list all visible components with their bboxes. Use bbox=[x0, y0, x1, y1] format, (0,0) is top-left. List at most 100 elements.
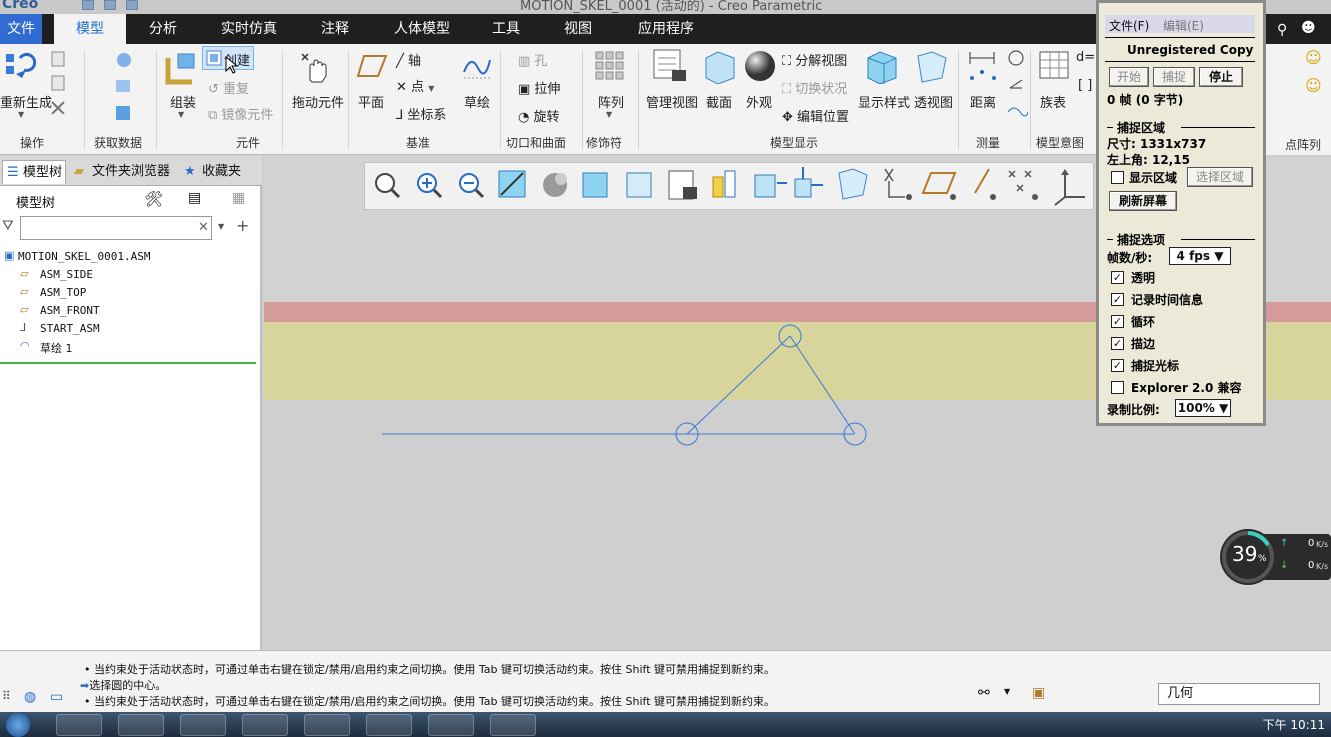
edit-position-button[interactable]: ✥ 编辑位置 bbox=[782, 106, 849, 125]
tree-node-assembly[interactable]: MOTION_SKEL_0001.ASM bbox=[18, 250, 150, 263]
taskbar-app-5[interactable] bbox=[304, 714, 350, 736]
explorer-compat-checkbox[interactable] bbox=[1111, 381, 1124, 394]
tab-view[interactable]: 视图 bbox=[552, 14, 604, 44]
taskbar-app-7[interactable] bbox=[428, 714, 474, 736]
assemble-icon[interactable] bbox=[164, 50, 198, 86]
parameters-icon[interactable]: [ ] bbox=[1078, 78, 1092, 93]
toggle-status-button[interactable]: ⛶ 切换状况 bbox=[782, 78, 847, 97]
start-button[interactable] bbox=[6, 713, 30, 737]
tab-live-simulation[interactable]: 实时仿真 bbox=[210, 14, 288, 44]
stop-button[interactable]: 停止 bbox=[1199, 67, 1243, 87]
chevron-down-icon[interactable]: ▼ bbox=[178, 110, 184, 119]
taskbar-app-2[interactable] bbox=[118, 714, 164, 736]
tree-search-input[interactable] bbox=[20, 216, 212, 240]
tab-applications[interactable]: 应用程序 bbox=[624, 14, 708, 44]
pattern-button[interactable]: 阵列 bbox=[598, 92, 624, 111]
group-measure[interactable]: 测量 bbox=[976, 134, 1000, 151]
tab-file[interactable]: 文件 bbox=[0, 14, 42, 44]
tab-tools[interactable]: 工具 bbox=[480, 14, 532, 44]
group-model-display[interactable]: 模型显示 bbox=[770, 134, 818, 151]
refresh-screen-button[interactable]: 刷新屏幕 bbox=[1109, 191, 1177, 211]
plane-icon[interactable] bbox=[356, 52, 388, 80]
appearance-button[interactable]: 外观 bbox=[746, 92, 772, 111]
tab-analysis[interactable]: 分析 bbox=[138, 14, 188, 44]
display-style-icon[interactable] bbox=[864, 48, 900, 84]
show-region-checkbox[interactable] bbox=[1111, 171, 1124, 184]
revolve-button[interactable]: ◔ 旋转 bbox=[518, 106, 560, 125]
network-speed-widget[interactable]: 39 % ↑ 0 K/s ↓ 0 K/s bbox=[1218, 528, 1331, 586]
section-icon[interactable] bbox=[702, 48, 738, 84]
pattern-icon[interactable] bbox=[594, 50, 626, 84]
tab-human-model[interactable]: 人体模型 bbox=[382, 14, 462, 44]
tab-favorites[interactable]: ★ 收藏夹 bbox=[182, 160, 252, 184]
perspective-button[interactable]: 透视图 bbox=[914, 92, 953, 111]
binoculars-icon[interactable]: ⚯ bbox=[978, 685, 990, 701]
copy-icon[interactable] bbox=[50, 50, 70, 114]
help-icon[interactable]: ☻ bbox=[1301, 20, 1316, 36]
plane-button[interactable]: 平面 bbox=[358, 92, 384, 111]
tree-node-asm-side[interactable]: ASM_SIDE bbox=[40, 268, 93, 281]
group-operations[interactable]: 操作 bbox=[20, 134, 44, 151]
tab-annotate[interactable]: 注释 bbox=[306, 14, 364, 44]
hole-button[interactable]: ▥ 孔 bbox=[518, 50, 547, 69]
tab-model-tree[interactable]: ☰ 模型树 bbox=[2, 160, 66, 184]
sketch-icon[interactable] bbox=[462, 52, 492, 80]
perspective-icon[interactable] bbox=[914, 48, 950, 84]
tree-node-sketch[interactable]: 草绘 1 bbox=[40, 340, 73, 356]
chevron-down-icon[interactable]: ▼ bbox=[18, 110, 24, 119]
display-style-button[interactable]: 显示样式 bbox=[858, 92, 910, 111]
measure-tools-icon[interactable] bbox=[1006, 48, 1028, 124]
taskbar-app-3[interactable] bbox=[180, 714, 226, 736]
capture-button[interactable]: 捕捉 bbox=[1153, 67, 1195, 87]
mirror-component-button[interactable]: ⧉ 镜像元件 bbox=[208, 104, 273, 123]
point-button[interactable]: ✕ 点 ▼ bbox=[396, 76, 434, 95]
exploded-view-button[interactable]: ⛶ 分解视图 bbox=[782, 50, 847, 69]
family-table-button[interactable]: 族表 bbox=[1040, 92, 1066, 111]
save-icon[interactable] bbox=[82, 0, 94, 10]
new-icon[interactable] bbox=[104, 0, 116, 10]
globe-icon[interactable]: ◍ bbox=[24, 689, 36, 705]
tree-settings-icon[interactable]: 🛠 bbox=[144, 190, 163, 208]
manage-views-icon[interactable] bbox=[652, 48, 688, 84]
drag-components-button[interactable]: 拖动元件 bbox=[292, 92, 344, 111]
menu-file[interactable]: 文件(F) bbox=[1109, 17, 1149, 34]
coordinate-system-button[interactable]: ⅃ 坐标系 bbox=[396, 104, 446, 123]
appearance-sphere-icon[interactable] bbox=[742, 48, 778, 84]
clear-icon[interactable]: ✕ bbox=[198, 220, 209, 235]
tree-node-start-asm[interactable]: START_ASM bbox=[40, 322, 100, 335]
axis-button[interactable]: ╱ 轴 bbox=[396, 50, 421, 69]
repeat-button[interactable]: ↺ 重复 bbox=[208, 78, 249, 97]
capture-cursor-checkbox[interactable]: ✓ bbox=[1111, 359, 1124, 372]
taskbar-explorer[interactable] bbox=[56, 714, 102, 736]
outline-checkbox[interactable]: ✓ bbox=[1111, 337, 1124, 350]
group-cuts-surfaces[interactable]: 切口和曲面 bbox=[506, 134, 566, 151]
tree-node-asm-front[interactable]: ASM_FRONT bbox=[40, 304, 100, 317]
tree-node-asm-top[interactable]: ASM_TOP bbox=[40, 286, 86, 299]
selection-cube-icon[interactable]: ▣ bbox=[1032, 685, 1045, 701]
selection-filter-dropdown[interactable]: 几何 bbox=[1158, 683, 1320, 705]
taskbar-app-8[interactable] bbox=[490, 714, 536, 736]
tab-model[interactable]: 模型 bbox=[54, 14, 126, 44]
select-region-button[interactable]: 选择区域 bbox=[1187, 167, 1253, 187]
taskbar-app-6[interactable] bbox=[366, 714, 412, 736]
chevron-down-icon[interactable]: ▼ bbox=[1004, 687, 1010, 696]
menu-edit[interactable]: 编辑(E) bbox=[1163, 17, 1204, 34]
distance-icon[interactable] bbox=[966, 48, 998, 84]
start-button[interactable]: 开始 bbox=[1109, 67, 1149, 87]
group-model-intent[interactable]: 模型意图 bbox=[1036, 134, 1084, 151]
window-icon[interactable]: ▭ bbox=[50, 689, 63, 705]
record-time-checkbox[interactable]: ✓ bbox=[1111, 293, 1124, 306]
smiley-icon[interactable]: ☺ bbox=[1305, 76, 1322, 95]
distance-button[interactable]: 距离 bbox=[970, 92, 996, 111]
drag-hand-icon[interactable] bbox=[300, 50, 334, 86]
smiley-icon[interactable]: ☺ bbox=[1305, 48, 1322, 67]
group-component[interactable]: 元件 bbox=[236, 134, 260, 151]
tree-insert-indicator[interactable] bbox=[0, 362, 256, 364]
section-button[interactable]: 截面 bbox=[706, 92, 732, 111]
fps-select[interactable]: 4 fps ▼ bbox=[1169, 247, 1231, 265]
group-get-data[interactable]: 获取数据 bbox=[94, 134, 142, 151]
open-icon[interactable] bbox=[126, 0, 138, 10]
search-icon[interactable]: ⚲ bbox=[1277, 22, 1287, 38]
sketch-button[interactable]: 草绘 bbox=[464, 92, 490, 111]
grid-icon[interactable]: ⠿ bbox=[2, 689, 11, 703]
